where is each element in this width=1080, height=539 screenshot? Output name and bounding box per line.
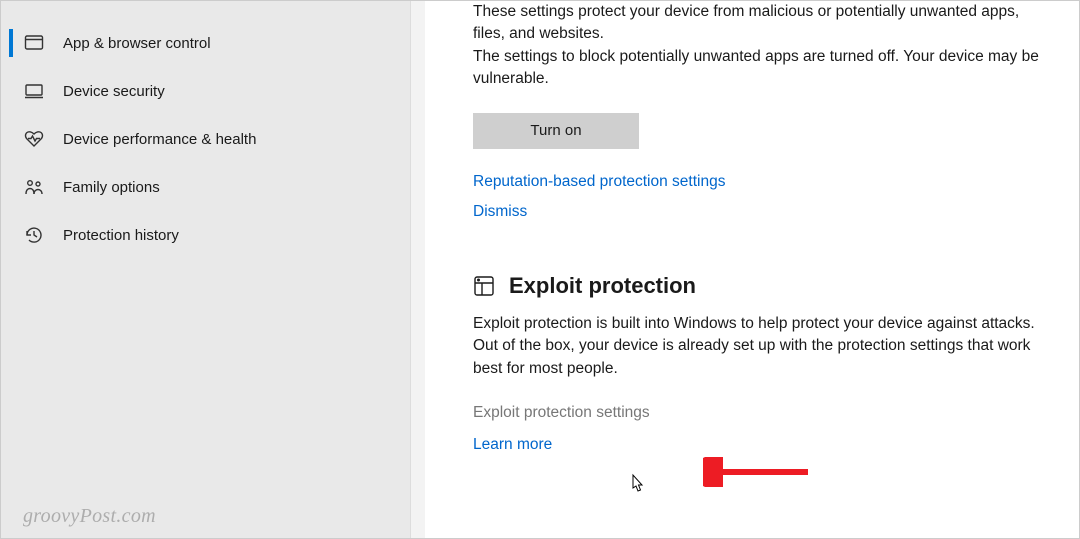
sidebar-scroll-strip bbox=[411, 1, 425, 538]
watermark: groovyPost.com bbox=[23, 505, 156, 528]
sidebar-item-family-options[interactable]: Family options bbox=[1, 163, 410, 211]
learn-more-link[interactable]: Learn more bbox=[473, 436, 552, 454]
turn-on-button[interactable]: Turn on bbox=[473, 113, 639, 149]
sidebar-item-label: Device security bbox=[63, 83, 165, 100]
sidebar-item-label: Device performance & health bbox=[63, 131, 256, 148]
sidebar-item-device-security[interactable]: Device security bbox=[1, 67, 410, 115]
reputation-settings-link[interactable]: Reputation-based protection settings bbox=[473, 173, 725, 191]
reputation-description-2: The settings to block potentially unwant… bbox=[473, 46, 1039, 91]
reputation-description-1: These settings protect your device from … bbox=[473, 1, 1039, 46]
exploit-protection-title: Exploit protection bbox=[509, 273, 696, 299]
sidebar-item-protection-history[interactable]: Protection history bbox=[1, 211, 410, 259]
main-content: These settings protect your device from … bbox=[425, 1, 1079, 538]
app-browser-icon bbox=[23, 32, 45, 54]
exploit-protection-description: Exploit protection is built into Windows… bbox=[473, 313, 1039, 380]
sidebar-item-app-browser-control[interactable]: App & browser control bbox=[1, 19, 410, 67]
dismiss-link[interactable]: Dismiss bbox=[473, 203, 527, 221]
sidebar-item-label: Family options bbox=[63, 179, 160, 196]
exploit-protection-settings-link[interactable]: Exploit protection settings bbox=[473, 404, 1039, 422]
sidebar-item-label: App & browser control bbox=[63, 35, 211, 52]
family-icon bbox=[23, 176, 45, 198]
sidebar-item-label: Protection history bbox=[63, 227, 179, 244]
history-icon bbox=[23, 224, 45, 246]
sidebar: App & browser control Device security De… bbox=[1, 1, 411, 538]
heart-icon bbox=[23, 128, 45, 150]
sidebar-item-device-performance-health[interactable]: Device performance & health bbox=[1, 115, 410, 163]
exploit-protection-header: Exploit protection bbox=[473, 273, 1039, 299]
exploit-protection-icon bbox=[473, 275, 495, 297]
device-security-icon bbox=[23, 80, 45, 102]
